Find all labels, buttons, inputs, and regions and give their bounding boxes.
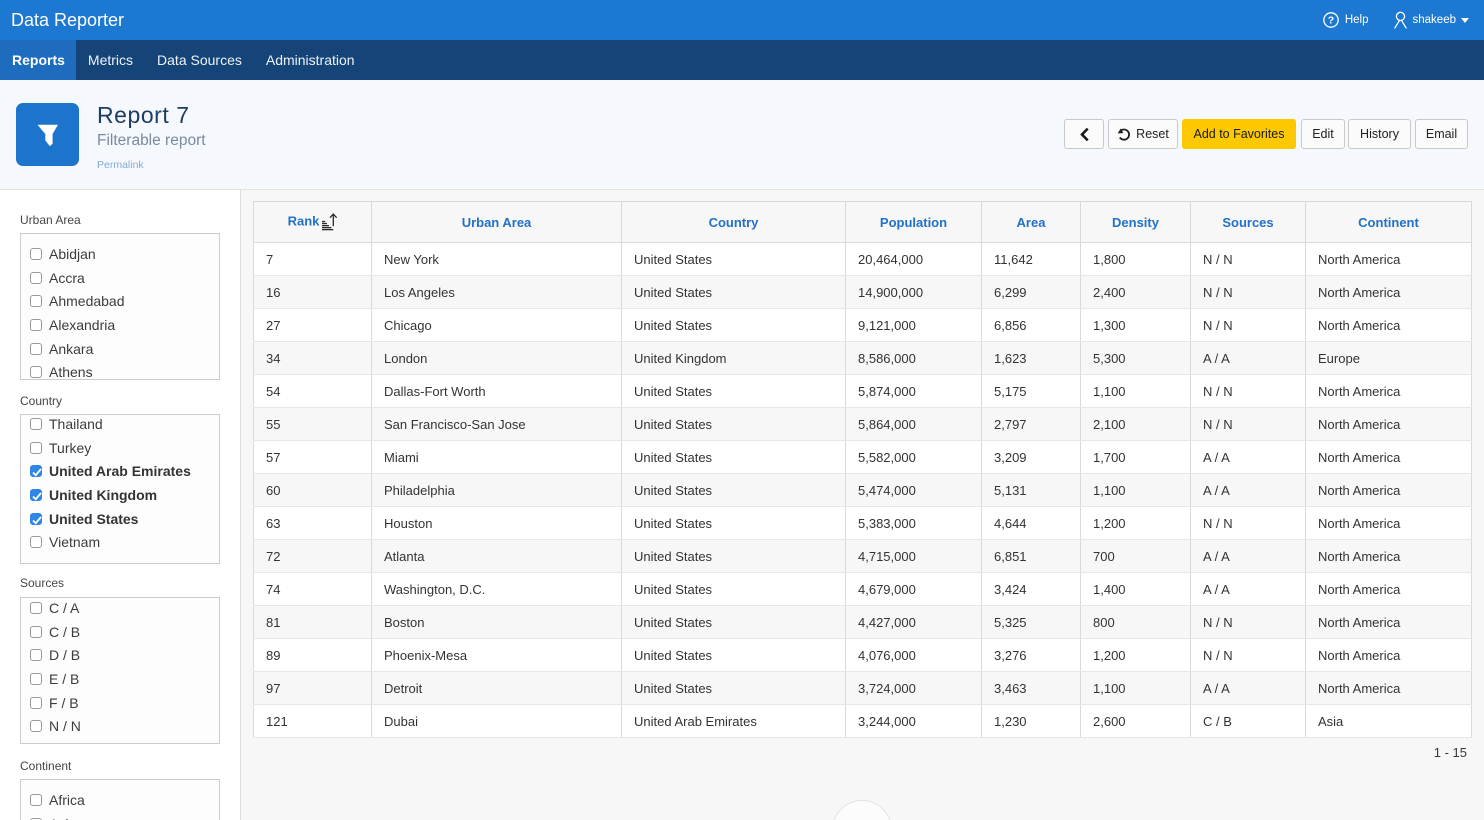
svg-text:?: ? bbox=[1328, 15, 1334, 27]
